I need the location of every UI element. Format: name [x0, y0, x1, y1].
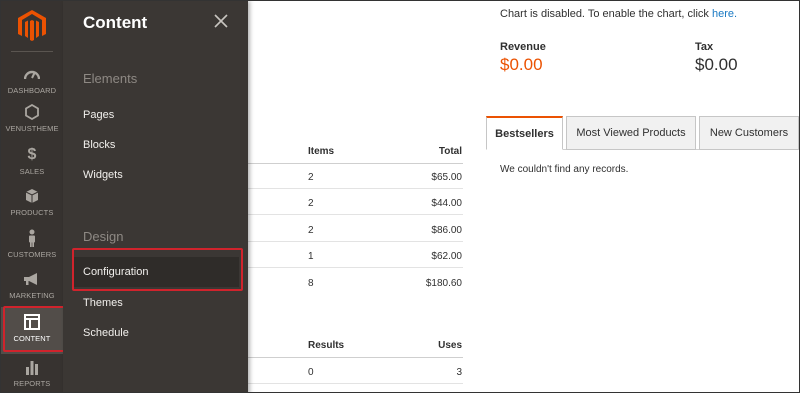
orders-row-total: $180.60: [425, 278, 462, 289]
sidebar-item-label: CONTENT: [13, 334, 51, 343]
close-icon[interactable]: [213, 13, 229, 29]
bar-chart-icon: [1, 358, 63, 376]
flyout-section-elements: Elements: [83, 71, 138, 86]
dashboard-icon: [1, 65, 63, 83]
orders-row-items: 2: [308, 198, 314, 209]
tax-value: $0.00: [695, 55, 738, 74]
admin-sidebar: DASHBOARD VENUSTHEME $ SALES PRODUCTS CU…: [1, 1, 68, 392]
orders-row-items: 2: [308, 172, 314, 183]
row-divider: [248, 214, 463, 215]
sidebar-item-content[interactable]: CONTENT: [1, 307, 63, 354]
chart-message-text: Chart is disabled. To enable the chart, …: [500, 8, 712, 20]
orders-row-items: 1: [308, 251, 314, 262]
flyout-link-blocks[interactable]: Blocks: [83, 139, 115, 151]
orders-row-total: $44.00: [431, 198, 462, 209]
search-header-uses: Uses: [438, 340, 462, 351]
sidebar-item-sales[interactable]: $ SALES: [1, 140, 63, 187]
flyout-link-widgets[interactable]: Widgets: [83, 169, 123, 181]
magento-logo-icon[interactable]: [17, 9, 47, 43]
flyout-link-schedule[interactable]: Schedule: [83, 327, 129, 339]
sidebar-item-venustheme[interactable]: VENUSTHEME: [1, 97, 63, 144]
sidebar-item-marketing[interactable]: MARKETING: [1, 264, 63, 311]
orders-row-items: 8: [308, 278, 314, 289]
flyout-link-configuration[interactable]: Configuration: [83, 266, 148, 278]
flyout-link-themes[interactable]: Themes: [83, 297, 123, 309]
sidebar-item-label: MARKETING: [9, 291, 55, 300]
sidebar-item-label: DASHBOARD: [7, 86, 57, 95]
sidebar-item-label: PRODUCTS: [10, 208, 54, 217]
megaphone-icon: [1, 270, 63, 288]
sidebar-item-label: VENUSTHEME: [5, 124, 59, 133]
box-icon: [1, 187, 63, 205]
hexagon-icon: [1, 103, 63, 121]
tab-new-customers[interactable]: New Customers: [699, 116, 799, 150]
dollar-icon: $: [27, 146, 37, 163]
sidebar-item-label: CUSTOMERS: [7, 250, 57, 259]
empty-records-message: We couldn't find any records.: [500, 164, 629, 175]
tab-most-viewed-products[interactable]: Most Viewed Products: [566, 116, 696, 150]
orders-header-total: Total: [438, 146, 462, 157]
orders-row-total: $65.00: [431, 172, 462, 183]
sidebar-item-products[interactable]: PRODUCTS: [1, 181, 63, 228]
orders-row-total: $62.00: [431, 251, 462, 262]
orders-header-divider: [248, 163, 463, 164]
enable-chart-link[interactable]: here.: [712, 8, 737, 20]
content-flyout-menu: Content Elements Pages Blocks Widgets De…: [63, 1, 248, 392]
sidebar-item-label: SALES: [19, 167, 45, 176]
chart-disabled-message: Chart is disabled. To enable the chart, …: [500, 8, 737, 20]
sidebar-item-label: REPORTS: [13, 379, 51, 388]
sidebar-item-customers[interactable]: CUSTOMERS: [1, 223, 63, 270]
flyout-link-pages[interactable]: Pages: [83, 109, 114, 121]
row-divider: [248, 188, 463, 189]
layout-icon: [1, 313, 63, 331]
search-row-uses: 3: [456, 367, 462, 378]
sidebar-item-reports[interactable]: REPORTS: [1, 352, 63, 392]
admin-window: Items Total 2 $65.00 2 $44.00 2 $86.00 1…: [0, 0, 800, 393]
row-divider: [248, 241, 463, 242]
row-divider: [248, 383, 463, 384]
person-icon: [1, 229, 63, 247]
flyout-section-design: Design: [83, 229, 124, 244]
revenue-value: $0.00: [500, 55, 543, 74]
orders-row-items: 2: [308, 225, 314, 236]
tab-bestsellers[interactable]: Bestsellers: [486, 116, 563, 150]
revenue-label: Revenue: [500, 41, 546, 53]
search-header-results: Results: [308, 340, 345, 351]
logo-divider: [11, 51, 53, 52]
orders-header-items: Items: [308, 146, 335, 157]
search-header-divider: [248, 357, 463, 358]
flyout-title: Content: [83, 13, 148, 32]
orders-row-total: $86.00: [431, 225, 462, 236]
row-divider: [248, 267, 463, 268]
search-row-results: 0: [308, 367, 314, 378]
tax-label: Tax: [695, 41, 714, 53]
